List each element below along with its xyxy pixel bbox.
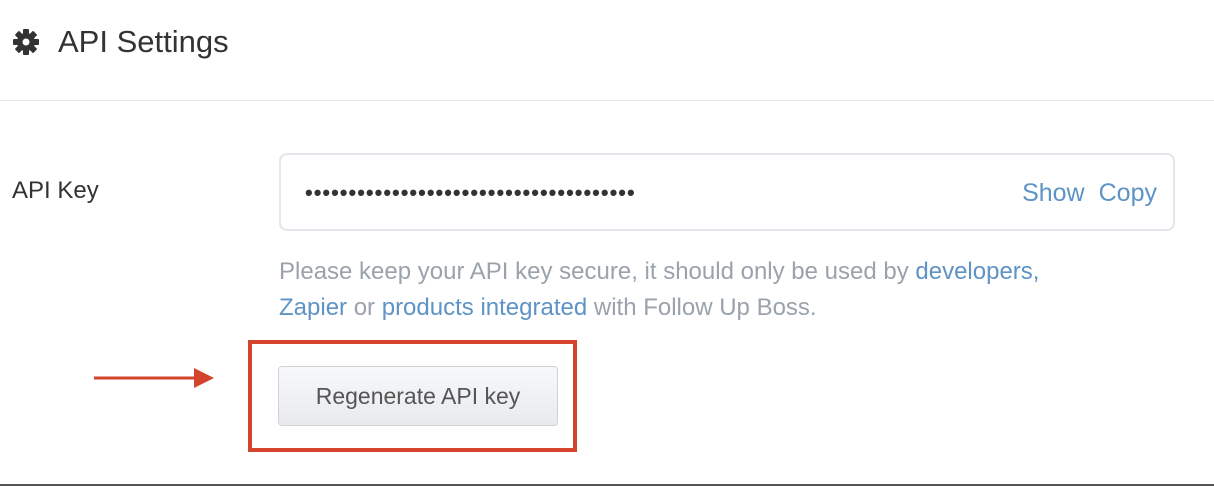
api-key-field[interactable]: •••••••••••••••••••••••••••••••••••••• S… [279, 153, 1175, 231]
show-key-link[interactable]: Show [1022, 179, 1085, 207]
helper-text-part-2: or [347, 294, 382, 321]
settings-header: API Settings [0, 0, 1214, 101]
api-key-label: API Key [12, 177, 99, 204]
regenerate-api-key-button[interactable]: Regenerate API key [278, 366, 558, 426]
api-key-value: •••••••••••••••••••••••••••••••••••••• [305, 180, 636, 205]
copy-key-link[interactable]: Copy [1099, 179, 1157, 207]
page-title: API Settings [58, 24, 229, 59]
developers-link[interactable]: developers, [915, 258, 1039, 285]
products-integrated-link[interactable]: products integrated [382, 294, 587, 321]
api-key-helper-text: Please keep your API key secure, it shou… [279, 254, 1179, 326]
api-key-actions: Show Copy [1022, 175, 1157, 211]
helper-text-part-3: with Follow Up Boss. [587, 294, 817, 321]
gear-icon [13, 29, 39, 55]
helper-text-part-1: Please keep your API key secure, it shou… [279, 258, 916, 285]
zapier-link[interactable]: Zapier [279, 294, 347, 321]
annotation-arrow-icon [94, 368, 214, 388]
